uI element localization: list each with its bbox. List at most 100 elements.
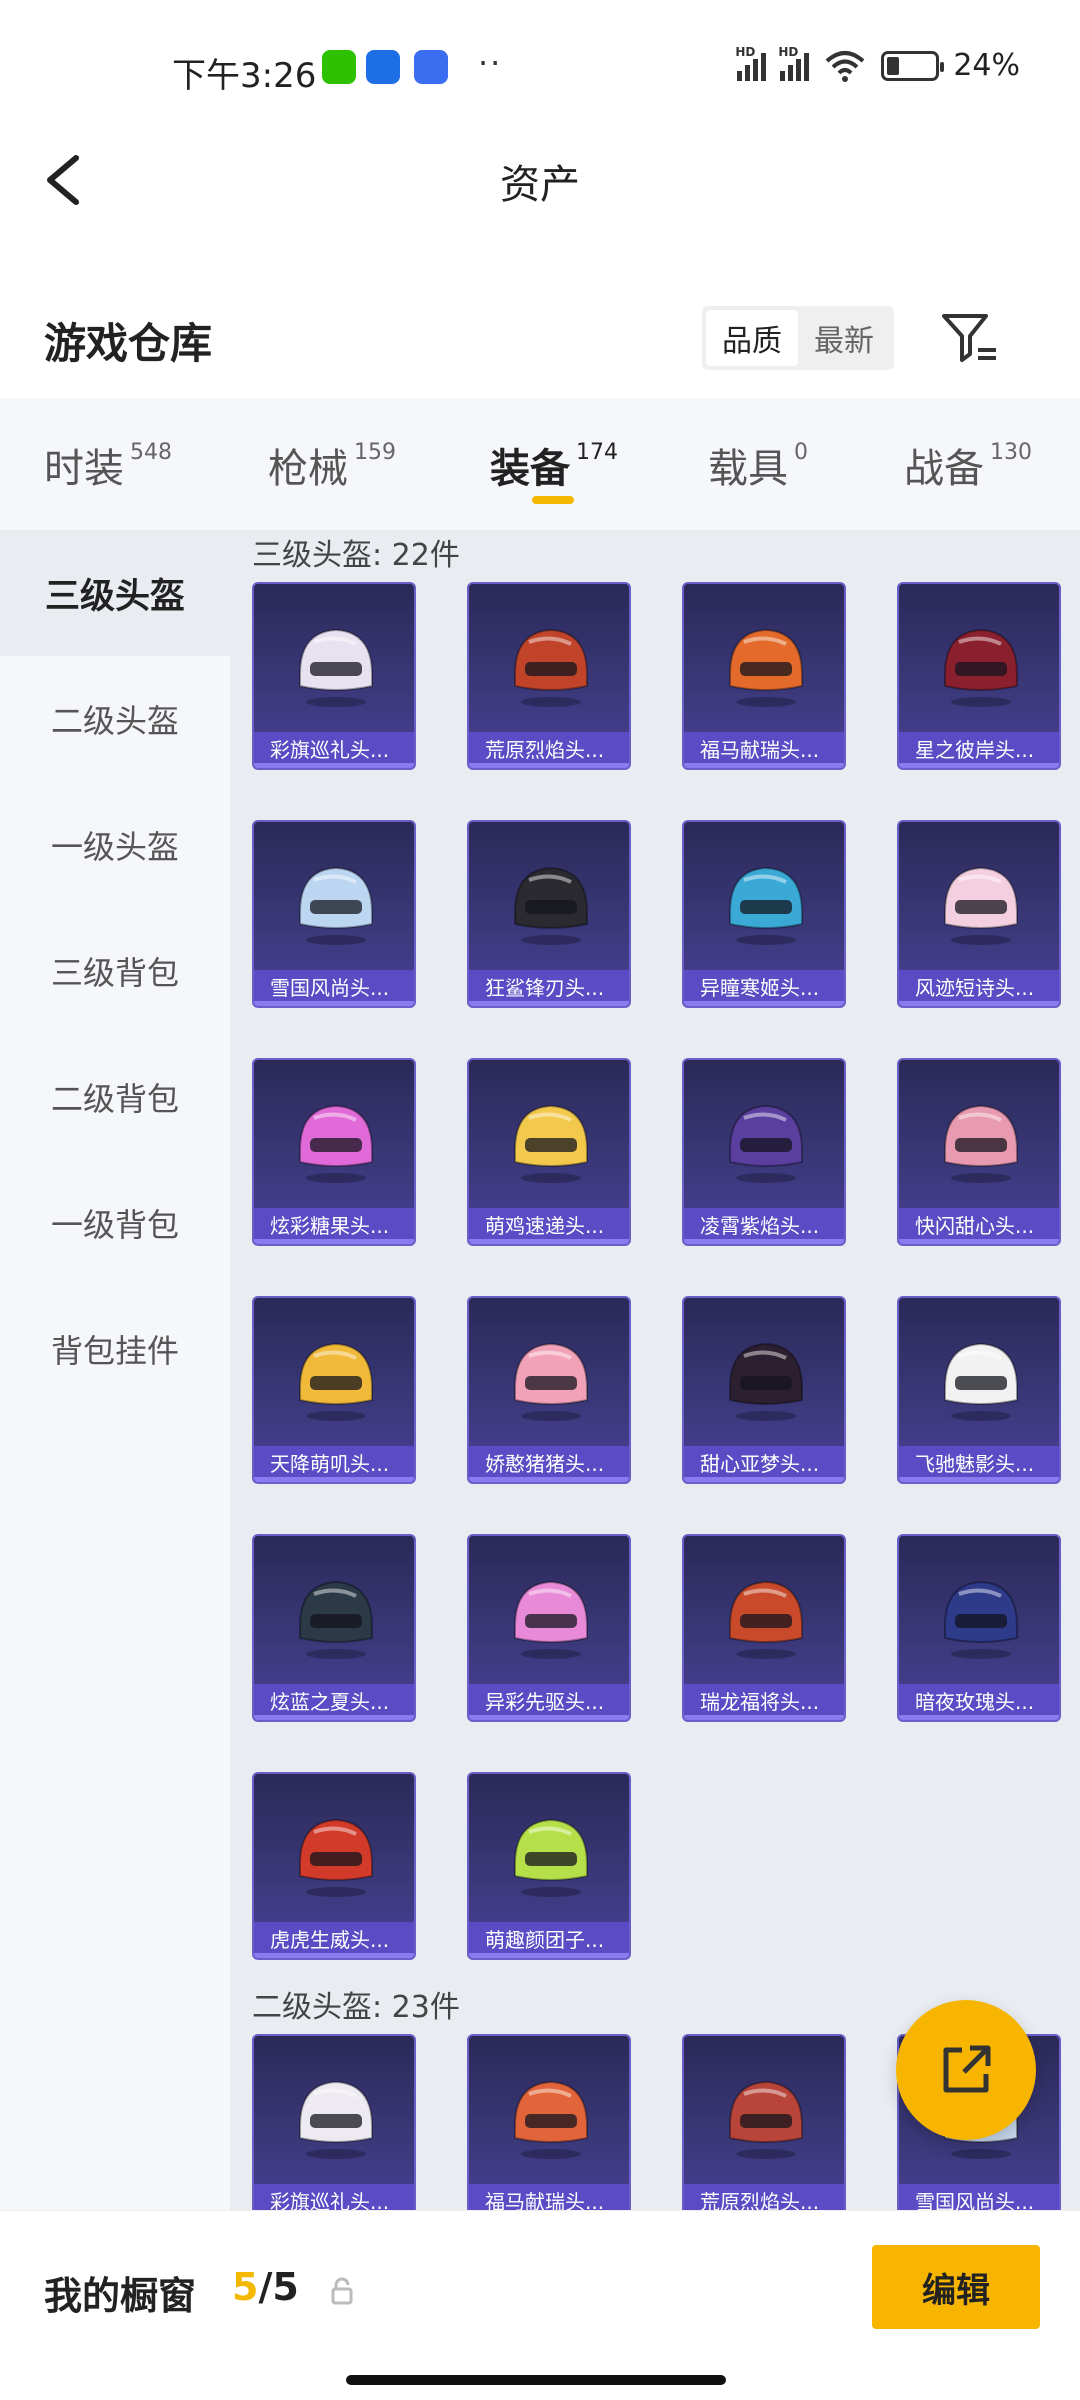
rarity-bar <box>684 1715 844 1720</box>
helmet-icon <box>299 1580 373 1659</box>
item-card[interactable]: 异瞳寒姬头... <box>682 820 846 1008</box>
helmet-icon <box>514 866 588 945</box>
rarity-bar <box>899 1477 1059 1482</box>
page-title: 资产 <box>500 162 580 208</box>
battery-icon <box>881 50 945 81</box>
rarity-bar <box>899 1239 1059 1244</box>
item-card[interactable]: 彩旗巡礼头... <box>252 2034 416 2210</box>
status-time: 下午3:26 <box>172 56 317 96</box>
item-card[interactable]: 狂鲨锋刃头... <box>467 820 631 1008</box>
tab-fashion[interactable]: 时装 548 <box>44 436 172 494</box>
rarity-bar <box>469 1715 629 1720</box>
item-card[interactable]: 甜心亚梦头... <box>682 1296 846 1484</box>
item-card[interactable]: 萌鸡速递头... <box>467 1058 631 1246</box>
item-card[interactable]: 暗夜玫瑰头... <box>897 1534 1061 1722</box>
item-card[interactable]: 虎虎生威头... <box>252 1772 416 1960</box>
item-card[interactable]: 风迹短诗头... <box>897 820 1061 1008</box>
rarity-bar <box>254 1715 414 1720</box>
signal-icon-2: HD <box>778 45 810 81</box>
item-card[interactable]: 萌趣颜团子... <box>467 1772 631 1960</box>
item-card[interactable]: 炫彩糖果头... <box>252 1058 416 1246</box>
share-external-icon <box>943 2045 991 2093</box>
item-name: 荒原烈焰头... <box>684 2184 844 2210</box>
wifi-icon <box>825 50 865 82</box>
helmet-icon <box>514 1342 588 1421</box>
item-name: 彩旗巡礼头... <box>254 2184 414 2210</box>
tab-supplies[interactable]: 战备 130 <box>904 436 1032 494</box>
rarity-bar <box>254 1001 414 1006</box>
item-card[interactable]: 异彩先驱头... <box>467 1534 631 1722</box>
rarity-bar <box>254 1953 414 1958</box>
helmet-icon <box>299 2080 373 2159</box>
tab-vehicles[interactable]: 载具 0 <box>708 436 808 494</box>
sidebar-item-backpack-charm[interactable]: 背包挂件 <box>0 1286 230 1412</box>
lock-icon <box>331 2277 353 2305</box>
rarity-bar <box>469 1239 629 1244</box>
active-tab-indicator <box>532 496 574 504</box>
rarity-bar <box>684 1477 844 1482</box>
helmet-icon <box>299 866 373 945</box>
item-card[interactable]: 天降萌叽头... <box>252 1296 416 1484</box>
rarity-bar <box>684 1239 844 1244</box>
my-window-label: 我的橱窗 <box>44 2274 197 2318</box>
helmet-icon <box>944 1104 1018 1183</box>
rarity-bar <box>254 763 414 768</box>
helmet-icon <box>729 1342 803 1421</box>
item-card[interactable]: 福马献瑞头... <box>682 582 846 770</box>
rarity-bar <box>469 1477 629 1482</box>
warehouse-title: 游戏仓库 <box>44 319 213 368</box>
sort-quality-button[interactable]: 品质 <box>706 310 798 366</box>
home-indicator <box>346 2375 726 2385</box>
helmet-icon <box>944 1342 1018 1421</box>
helmet-icon <box>514 2080 588 2159</box>
item-card[interactable]: 娇憨猪猪头... <box>467 1296 631 1484</box>
status-bar: 下午3:26 ·· HD HD 24% <box>0 0 1080 140</box>
helmet-icon <box>299 1104 373 1183</box>
item-card[interactable]: 炫蓝之夏头... <box>252 1534 416 1722</box>
sidebar-item-level3-helmet[interactable]: 三级头盔 <box>0 530 230 656</box>
helmet-icon <box>944 628 1018 707</box>
item-name: 福马献瑞头... <box>469 2184 629 2210</box>
rarity-bar <box>899 763 1059 768</box>
item-card[interactable]: 彩旗巡礼头... <box>252 582 416 770</box>
battery-percent: 24% <box>953 48 1020 83</box>
helmet-icon <box>514 628 588 707</box>
sidebar-item-level3-backpack[interactable]: 三级背包 <box>0 908 230 1034</box>
helmet-icon <box>299 628 373 707</box>
rarity-bar <box>899 1715 1059 1720</box>
item-card[interactable]: 荒原烈焰头... <box>467 582 631 770</box>
sidebar-item-level1-helmet[interactable]: 一级头盔 <box>0 782 230 908</box>
item-card[interactable]: 瑞龙福将头... <box>682 1534 846 1722</box>
share-button[interactable] <box>896 2000 1036 2140</box>
helmet-icon <box>729 2080 803 2159</box>
item-card[interactable]: 凌霄紫焰头... <box>682 1058 846 1246</box>
tab-weapons[interactable]: 枪械 159 <box>268 436 396 494</box>
item-card[interactable]: 荒原烈焰头... <box>682 2034 846 2210</box>
sort-newest-button[interactable]: 最新 <box>798 310 890 366</box>
sidebar-item-level2-helmet[interactable]: 二级头盔 <box>0 656 230 782</box>
item-card[interactable]: 福马献瑞头... <box>467 2034 631 2210</box>
sort-toggle: 品质 最新 <box>702 306 894 370</box>
helmet-icon <box>944 866 1018 945</box>
item-card[interactable]: 飞驰魅影头... <box>897 1296 1061 1484</box>
helmet-icon <box>944 1580 1018 1659</box>
rarity-bar <box>684 1001 844 1006</box>
section-title-level3: 三级头盔: 22件 <box>252 538 460 573</box>
nav-bar: 资产 <box>0 130 1080 230</box>
helmet-icon <box>514 1104 588 1183</box>
filter-icon[interactable] <box>940 310 1000 366</box>
category-tabs: 时装 548 枪械 159 装备 174 载具 0 战备 130 <box>0 398 1080 530</box>
tab-equipment[interactable]: 装备 174 <box>490 436 618 494</box>
item-card[interactable]: 雪国风尚头... <box>252 820 416 1008</box>
helmet-icon <box>729 1580 803 1659</box>
helmet-icon <box>514 1580 588 1659</box>
sidebar-item-level1-backpack[interactable]: 一级背包 <box>0 1160 230 1286</box>
sidebar-item-level2-backpack[interactable]: 二级背包 <box>0 1034 230 1160</box>
edit-button[interactable]: 编辑 <box>872 2245 1040 2329</box>
helmet-icon <box>514 1818 588 1897</box>
window-count: 5/5 <box>232 2265 299 2309</box>
item-card[interactable]: 快闪甜心头... <box>897 1058 1061 1246</box>
rarity-bar <box>469 1001 629 1006</box>
item-card[interactable]: 星之彼岸头... <box>897 582 1061 770</box>
app-notification-icon <box>366 50 400 84</box>
